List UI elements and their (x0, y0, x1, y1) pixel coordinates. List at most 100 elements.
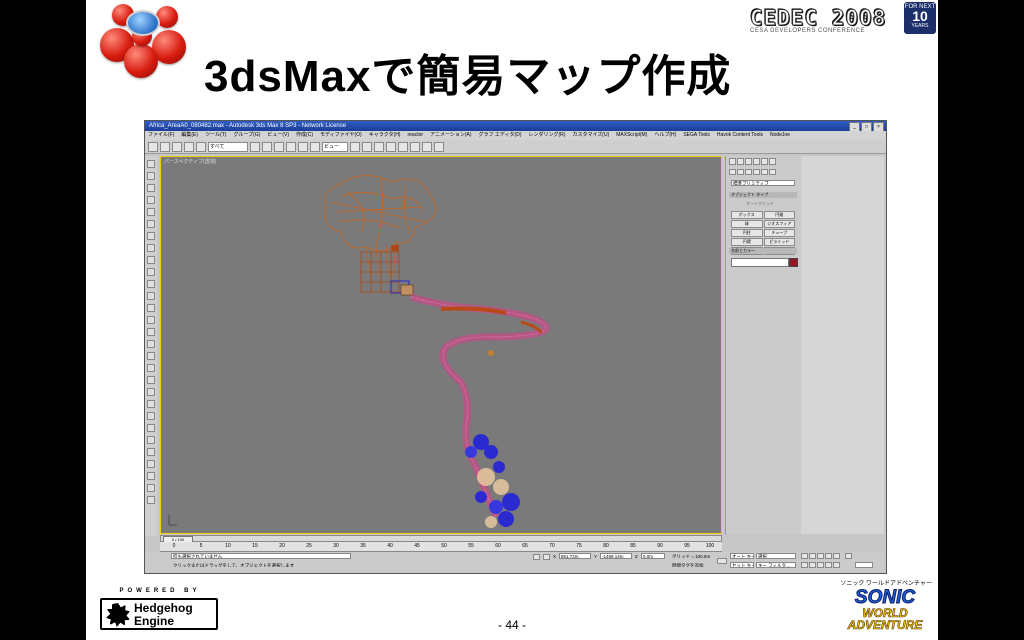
helpers-icon[interactable] (761, 169, 768, 175)
y-coordinate[interactable]: -1499.14m (600, 553, 632, 559)
menu-item[interactable]: 編集(E) (181, 131, 198, 140)
undo-icon[interactable] (148, 142, 158, 152)
curve-editor-icon[interactable] (398, 142, 408, 152)
mirror-icon[interactable] (362, 142, 372, 152)
primitive-button[interactable]: チューブ (763, 229, 795, 237)
tool-icon[interactable] (147, 400, 155, 408)
tool-icon[interactable] (147, 424, 155, 432)
cameras-icon[interactable] (753, 169, 760, 175)
menu-item[interactable]: SEGA Tools (683, 131, 710, 140)
track-bar[interactable]: 0 5 10 15 20 25 30 35 40 45 50 55 60 65 … (160, 542, 722, 552)
menu-item[interactable]: グラフ エディタ(D) (479, 131, 522, 140)
region-icon[interactable] (274, 142, 284, 152)
absolute-mode-icon[interactable] (543, 554, 550, 560)
object-color-swatch[interactable] (789, 258, 798, 267)
primitive-button[interactable]: ピラミッド (763, 238, 795, 246)
create-tab-icon[interactable] (729, 158, 736, 165)
tool-icon[interactable] (147, 412, 155, 420)
tool-icon[interactable] (147, 328, 155, 336)
link-icon[interactable] (172, 142, 182, 152)
tool-icon[interactable] (147, 268, 155, 276)
menu-item[interactable]: ヘルプ(H) (654, 131, 676, 140)
primitive-button[interactable]: ボックス (731, 211, 763, 219)
primitive-button[interactable]: 円錐 (763, 211, 795, 219)
geometry-icon[interactable] (729, 169, 736, 175)
tool-icon[interactable] (147, 256, 155, 264)
selection-filter-dropdown[interactable]: すべて (208, 142, 248, 152)
lights-icon[interactable] (745, 169, 752, 175)
play-icon[interactable] (817, 553, 824, 559)
primitive-button[interactable]: 円環 (731, 238, 763, 246)
tool-icon[interactable] (147, 448, 155, 456)
zoom-icon[interactable] (801, 562, 808, 568)
menu-item[interactable]: モディファイヤ(O) (320, 131, 362, 140)
tool-icon[interactable] (147, 472, 155, 480)
tool-icon[interactable] (147, 244, 155, 252)
menu-item[interactable]: ファイル(F) (148, 131, 174, 140)
setkey-button[interactable]: セット キー (730, 562, 754, 568)
spacewarps-icon[interactable] (769, 169, 776, 175)
pan-icon[interactable] (809, 562, 816, 568)
select-icon[interactable] (250, 142, 260, 152)
rotate-icon[interactable] (298, 142, 308, 152)
menu-item[interactable]: アニメーション(A) (430, 131, 471, 140)
tool-icon[interactable] (147, 496, 155, 504)
object-name-field[interactable] (731, 258, 789, 267)
prev-frame-icon[interactable] (809, 553, 816, 559)
unlink-icon[interactable] (184, 142, 194, 152)
tool-icon[interactable] (147, 184, 155, 192)
primitive-button[interactable]: 球 (731, 220, 763, 228)
tool-icon[interactable] (147, 280, 155, 288)
fov-icon[interactable] (825, 562, 832, 568)
align-icon[interactable] (374, 142, 384, 152)
redo-icon[interactable] (160, 142, 170, 152)
tool-icon[interactable] (147, 208, 155, 216)
category-dropdown[interactable]: 標準プリミティブ (731, 180, 795, 186)
z-coordinate[interactable]: 0.0m (641, 553, 665, 559)
bind-icon[interactable] (196, 142, 206, 152)
tool-icon[interactable] (147, 388, 155, 396)
tool-icon[interactable] (147, 220, 155, 228)
tool-icon[interactable] (147, 340, 155, 348)
go-to-end-icon[interactable] (833, 553, 840, 559)
move-icon[interactable] (286, 142, 296, 152)
current-frame-field[interactable] (855, 562, 873, 568)
perspective-viewport[interactable]: パースペクティブ(透視) (160, 156, 722, 534)
menu-item[interactable]: ビュー(V) (267, 131, 289, 140)
menu-item[interactable]: Havok Content Tools (717, 131, 763, 140)
time-slider[interactable]: 0 / 100 (160, 535, 722, 543)
autogrid-checkbox[interactable]: オートグリッド (746, 201, 774, 208)
tool-icon[interactable] (147, 376, 155, 384)
menu-item[interactable]: NodeJoe (770, 131, 790, 140)
tool-icon[interactable] (147, 364, 155, 372)
material-editor-icon[interactable] (410, 142, 420, 152)
modify-tab-icon[interactable] (737, 158, 744, 165)
menu-item[interactable]: グループ(G) (233, 131, 260, 140)
add-time-tag[interactable]: 時間タグを追加 (670, 562, 714, 568)
tool-icon[interactable] (147, 232, 155, 240)
tool-icon[interactable] (147, 196, 155, 204)
key-mode-icon[interactable] (845, 553, 852, 559)
primitive-button[interactable]: ジオスフィア (763, 220, 795, 228)
lock-icon[interactable] (533, 554, 540, 560)
key-mode-dropdown[interactable]: 選択 (756, 553, 796, 559)
name-color-header[interactable]: 名前とカラー (729, 248, 797, 254)
render-icon[interactable] (434, 142, 444, 152)
maximize-viewport-icon[interactable] (833, 562, 840, 568)
menu-item[interactable]: reactor (407, 131, 423, 140)
hierarchy-tab-icon[interactable] (745, 158, 752, 165)
tool-icon[interactable] (147, 316, 155, 324)
menu-item[interactable]: レンダリング(R) (529, 131, 566, 140)
menu-item[interactable]: 作成(C) (296, 131, 313, 140)
orbit-icon[interactable] (817, 562, 824, 568)
menu-item[interactable]: MAXScript(M) (616, 131, 647, 140)
layer-icon[interactable] (386, 142, 396, 152)
pivot-icon[interactable] (350, 142, 360, 152)
tool-icon[interactable] (147, 436, 155, 444)
tool-icon[interactable] (147, 484, 155, 492)
tool-icon[interactable] (147, 304, 155, 312)
display-tab-icon[interactable] (761, 158, 768, 165)
scale-icon[interactable] (310, 142, 320, 152)
menu-item[interactable]: キャラクタ(H) (369, 131, 401, 140)
object-type-header[interactable]: オブジェクト タイプ (729, 192, 797, 198)
